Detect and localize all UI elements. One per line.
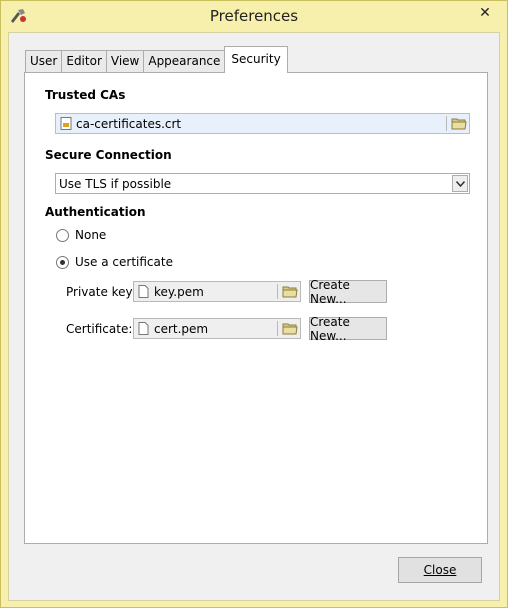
tab-user[interactable]: User <box>25 50 63 73</box>
authentication-heading: Authentication <box>45 205 146 219</box>
radio-use-certificate-indicator[interactable] <box>56 255 69 269</box>
field-separator <box>277 321 278 336</box>
dialog-client-area: User Editor View Appearance Security Tru… <box>8 32 500 601</box>
field-separator <box>277 284 278 299</box>
trusted-cas-filename: ca-certificates.crt <box>76 117 182 131</box>
certificate-label: Certificate: <box>66 322 133 336</box>
certificate-filename: cert.pem <box>154 322 209 336</box>
radio-use-certificate-label: Use a certificate <box>75 255 173 269</box>
title-bar: Preferences ✕ <box>1 1 507 32</box>
create-new-private-key-button[interactable]: Create New... <box>309 278 387 306</box>
trusted-cas-heading: Trusted CAs <box>45 88 126 102</box>
file-icon <box>138 285 149 301</box>
tab-editor[interactable]: Editor <box>61 50 107 73</box>
folder-icon[interactable] <box>282 285 298 301</box>
security-panel: Trusted CAs ca-certificates.crt Secure C… <box>24 72 488 544</box>
tab-security[interactable]: Security <box>224 46 288 73</box>
secure-connection-value: Use TLS if possible <box>59 177 172 191</box>
create-new-certificate-button[interactable]: Create New... <box>309 315 387 343</box>
close-window-icon[interactable]: ✕ <box>469 1 501 23</box>
folder-icon[interactable] <box>451 117 467 133</box>
chevron-down-icon[interactable] <box>452 175 468 192</box>
field-separator <box>446 116 447 131</box>
certificate-file-chooser[interactable]: cert.pem <box>133 318 301 339</box>
file-icon <box>138 322 149 338</box>
trusted-cas-file-chooser[interactable]: ca-certificates.crt <box>55 113 470 134</box>
radio-none-label: None <box>75 228 107 242</box>
window-title: Preferences <box>209 7 299 25</box>
folder-icon[interactable] <box>282 322 298 338</box>
private-key-filename: key.pem <box>154 285 204 299</box>
private-key-label: Private key: <box>66 285 136 299</box>
private-key-file-chooser[interactable]: key.pem <box>133 281 301 302</box>
secure-connection-select[interactable]: Use TLS if possible <box>55 173 470 194</box>
preferences-window: Preferences ✕ User Editor View Appearanc… <box>0 0 508 608</box>
secure-connection-heading: Secure Connection <box>45 148 172 162</box>
tab-view[interactable]: View <box>105 50 145 73</box>
close-button-label: Close <box>423 563 457 577</box>
radio-none-indicator[interactable] <box>56 228 69 242</box>
tab-strip: User Editor View Appearance Security <box>25 46 288 73</box>
radio-none[interactable]: None <box>56 228 106 242</box>
close-button[interactable]: Close <box>398 557 482 583</box>
certificate-file-icon <box>60 117 73 133</box>
tab-appearance[interactable]: Appearance <box>143 50 226 73</box>
radio-use-certificate[interactable]: Use a certificate <box>56 255 173 269</box>
